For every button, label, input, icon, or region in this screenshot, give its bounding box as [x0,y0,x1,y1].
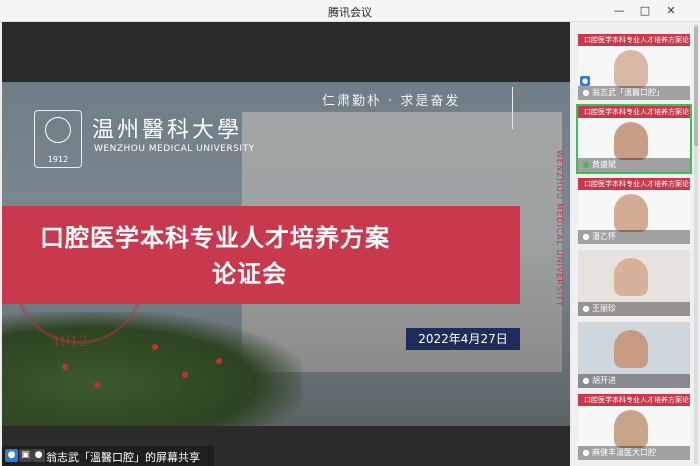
participant-name: 黄盛斌 [592,160,616,169]
university-name-cn: 温州醫科大學 [92,118,243,143]
mic-icon: ● [582,448,590,457]
slide-date: 2022年4月27日 [406,328,520,350]
mic-icon: ● [582,232,590,241]
participant-scrollbar[interactable] [694,24,698,464]
screen-share-indicator[interactable]: ● ▣ ● 翁志武「溫醫口腔」的屏幕共享 [2,446,214,466]
screen-share-icon: ▣ [19,449,32,462]
tree-emblem-icon [45,117,71,143]
participant-name-bar: ● 麻健丰温医大口腔 [578,446,690,460]
user-avatar-icon: ● [5,449,18,462]
mic-icon: ● [582,376,590,385]
participant-name-bar: ● 王丽珍 [578,302,690,316]
scrollbar-thumb[interactable] [694,26,698,146]
berry-decoration [62,364,68,370]
participant-name: 翁志武「溫醫口腔」 [592,88,664,97]
slide-title-line2: 论证会 [212,260,287,288]
meeting-window: 腾讯会议 — □ ✕ 仁肃勤朴 · 求是奋发 WENZHOU MEDICAL U… [0,0,700,466]
vertical-university-name: WENZHOU MEDICAL UNIVERSITY [555,150,564,308]
title-banner: 口腔医学本科专业人才培养方案 论证会 [2,206,520,304]
participant-video [614,330,648,368]
participant-tile[interactable]: ● 胡开进 [578,322,690,388]
mic-icon: ● [582,160,590,169]
participant-name: 胡开进 [592,376,616,385]
participant-name-bar: ● 潘乙怀 [578,230,690,244]
participant-tile[interactable]: 口腔医学本科专业人才培养方案论证会 ● 麻健丰温医大口腔 [578,394,690,460]
motto-divider [512,87,513,129]
mic-icon: ● [582,88,590,97]
tile-header: 口腔医学本科专业人才培养方案论证会 [578,178,690,190]
participant-name: 王丽珍 [592,304,616,313]
participant-tile-active[interactable]: 口腔医学本科专业人才培养方案论证会 ● 黄盛斌 [576,104,692,174]
title-bar: 腾讯会议 — □ ✕ [0,0,700,22]
tile-header: 口腔医学本科专业人才培养方案论证会 [578,394,690,406]
participant-tile[interactable]: ● 王丽珍 [578,250,690,316]
participant-video [614,410,648,448]
participant-name: 麻健丰温医大口腔 [592,448,656,457]
participant-video [614,258,648,296]
mic-icon: ● [582,304,590,313]
window-title: 腾讯会议 [328,6,372,19]
slide-title-line1: 口腔医学本科专业人才培养方案 [40,224,390,252]
seal-year: 1912 [47,155,69,164]
university-seal-icon: 1912 [34,110,82,168]
berry-decoration [216,358,222,364]
participant-tile[interactable]: 口腔医学本科专业人才培养方案论证会 ● 潘乙怀 [578,178,690,244]
participant-list[interactable]: 口腔医学本科专业人才培养方案论证会 ● ● 翁志武「溫醫口腔」 口腔医学本科专业… [572,22,700,466]
berry-decoration [152,344,158,350]
participant-video [614,50,648,88]
minimize-icon[interactable]: — [610,2,628,20]
university-name-en: WENZHOU MEDICAL UNIVERSITY [94,144,255,154]
close-icon[interactable]: ✕ [662,2,680,20]
participant-name-bar: ● 黄盛斌 [578,158,690,172]
tile-header: 口腔医学本科专业人才培养方案论证会 [578,106,690,118]
participant-video [614,122,648,160]
screen-share-area[interactable]: 仁肃勤朴 · 求是奋发 WENZHOU MEDICAL UNIVERSITY 1… [2,22,570,466]
participant-tile[interactable]: 口腔医学本科专业人才培养方案论证会 ● ● 翁志武「溫醫口腔」 [578,34,690,100]
maximize-icon[interactable]: □ [636,2,654,20]
watermark-seal-year: 1912 [52,334,88,350]
participant-video [614,194,648,232]
university-motto: 仁肃勤朴 · 求是奋发 [322,94,461,109]
tile-header: 口腔医学本科专业人才培养方案论证会 [578,34,690,46]
screen-share-label: 翁志武「溫醫口腔」的屏幕共享 [46,451,200,464]
berry-decoration [94,382,100,388]
host-icon: ● [580,76,590,86]
participant-name-bar: ● 翁志武「溫醫口腔」 [578,86,690,100]
presentation-slide: 仁肃勤朴 · 求是奋发 WENZHOU MEDICAL UNIVERSITY 1… [2,82,570,426]
participant-name-bar: ● 胡开进 [578,374,690,388]
berry-decoration [182,372,188,378]
participant-name: 潘乙怀 [592,232,616,241]
mic-muted-icon: ● [32,449,45,462]
